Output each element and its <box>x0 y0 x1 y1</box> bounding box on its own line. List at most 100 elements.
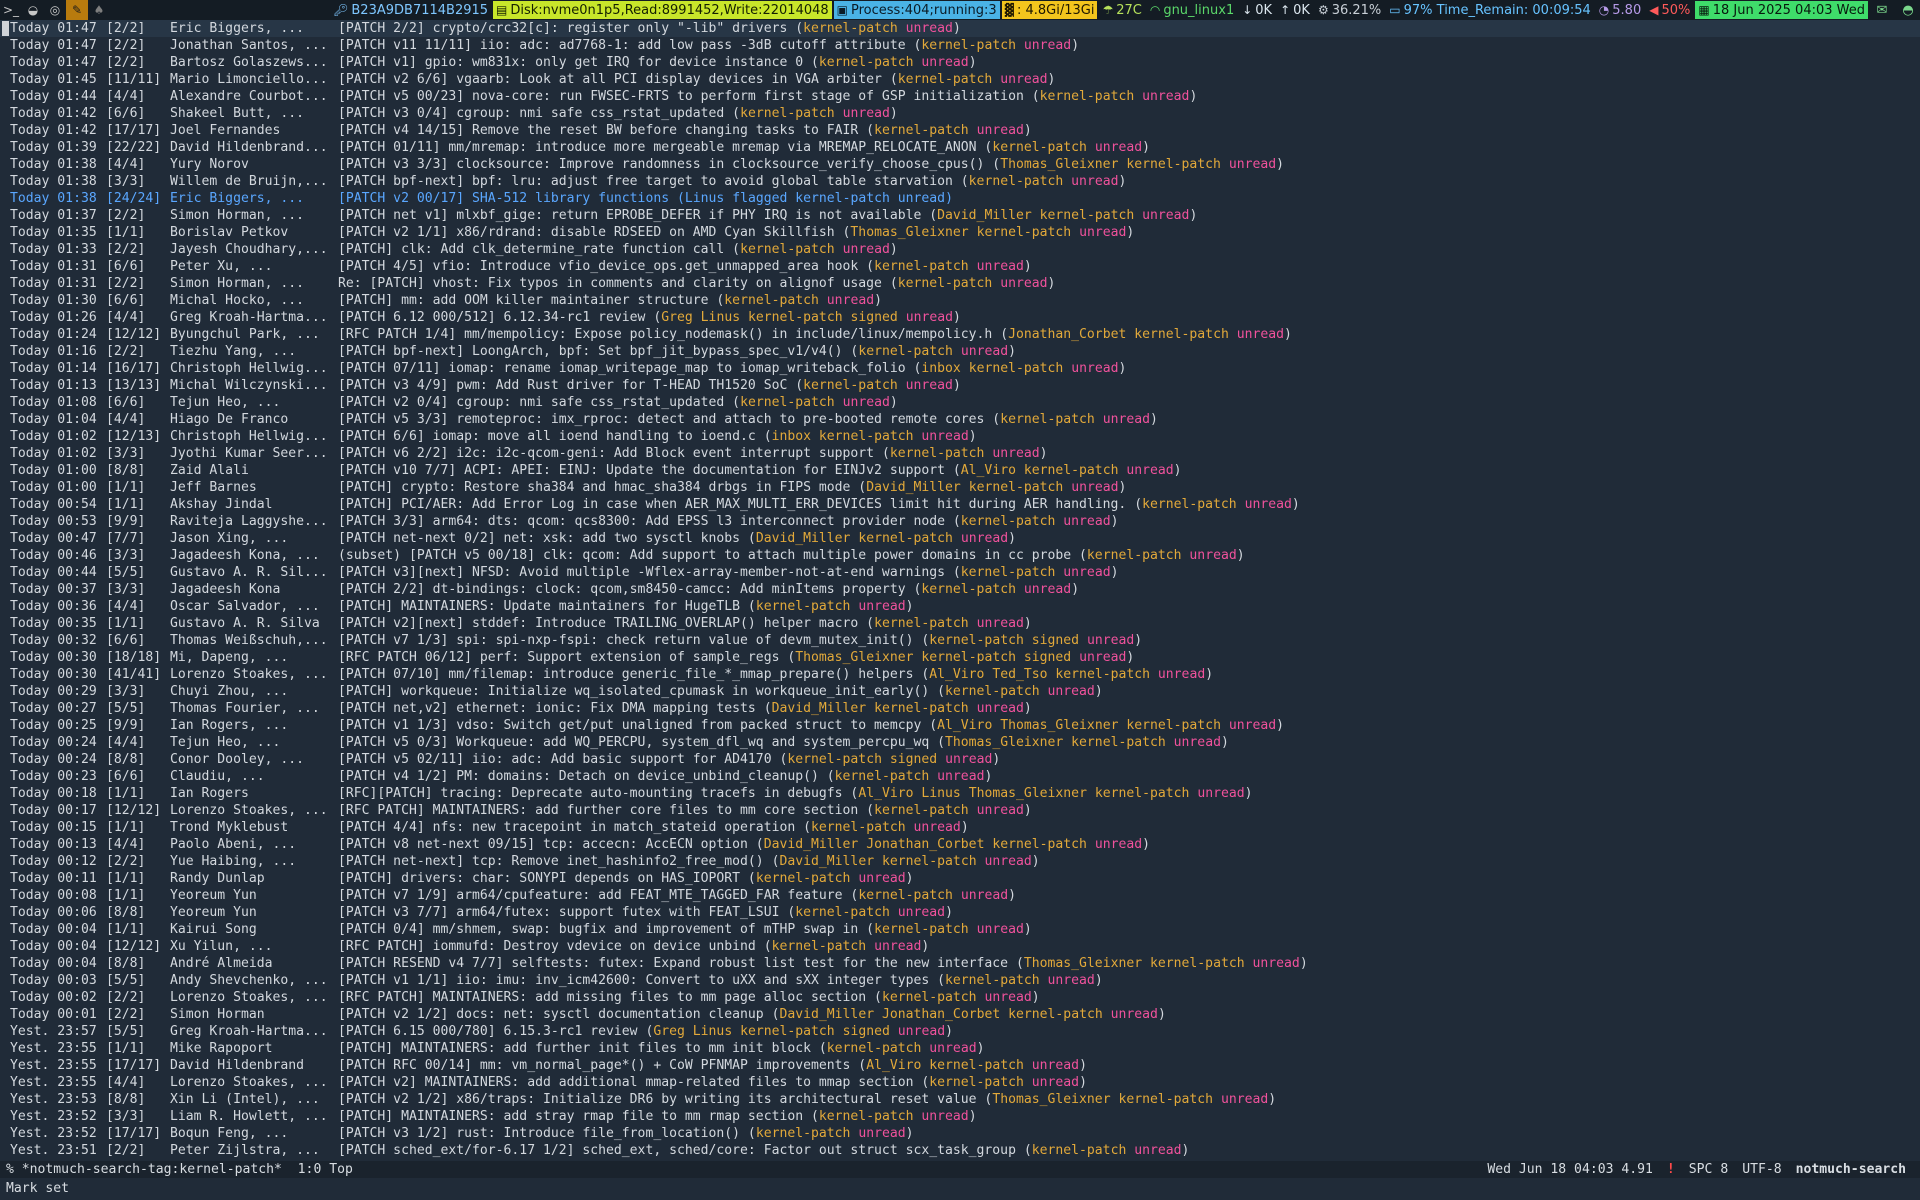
thread-row[interactable]: Today 01:38 [4/4] Yury Norov [PATCH v3 3/3]… <box>0 156 1920 173</box>
thread-count: [1/1] <box>106 1041 146 1056</box>
thread-row[interactable]: Today 00:15 [1/1] Trond Myklebust [PATCH 4/… <box>0 819 1920 836</box>
tags-close-paren: ) <box>1291 497 1300 512</box>
tags-close-paren: ) <box>1110 565 1119 580</box>
thread-row[interactable]: Today 01:24 [12/12] Byungchul Park, ... [RF… <box>0 326 1920 343</box>
thread-list[interactable]: Today 01:47 [2/2] Eric Biggers, ... [PATCH … <box>0 20 1920 1159</box>
thread-row[interactable]: Today 01:00 [1/1] Jeff Barnes [PATCH] crypt… <box>0 479 1920 496</box>
thread-row[interactable]: Today 00:17 [12/12] Lorenzo Stoakes, ... [R… <box>0 802 1920 819</box>
thread-row[interactable]: Today 01:00 [8/8] Zaid Alali [PATCH v10 7/7… <box>0 462 1920 479</box>
thread-row[interactable]: Today 00:01 [2/2] Simon Horman [PATCH v2 1/… <box>0 1006 1920 1023</box>
thread-row[interactable]: Today 01:38 [3/3] Willem de Bruijn,... [PAT… <box>0 173 1920 190</box>
thread-row[interactable]: Today 01:30 [6/6] Michal Hocko, ... [PATCH]… <box>0 292 1920 309</box>
thread-row[interactable]: Yest. 23:53 [8/8] Xin Li (Intel), ... [PATC… <box>0 1091 1920 1108</box>
thread-row[interactable]: Today 00:13 [4/4] Paolo Abeni, ... [PATCH v… <box>0 836 1920 853</box>
thread-row[interactable]: Today 01:16 [2/2] Tiezhu Yang, ... [PATCH b… <box>0 343 1920 360</box>
thread-row[interactable]: Today 01:37 [2/2] Simon Horman, ... [PATCH … <box>0 207 1920 224</box>
thread-row[interactable]: Today 00:27 [5/5] Thomas Fourier, ... [PATC… <box>0 700 1920 717</box>
workspace-5[interactable]: ♠ <box>88 0 110 20</box>
tag-separator <box>1229 327 1237 342</box>
tags-open-paren: ( <box>803 55 819 70</box>
tag-separator <box>969 803 977 818</box>
thread-row[interactable]: Today 01:47 [2/2] Jonathan Santos, ... [PAT… <box>0 37 1920 54</box>
thread-row[interactable]: Yest. 23:55 [1/1] Mike Rapoport [PATCH] MAI… <box>0 1040 1920 1057</box>
thread-row[interactable]: Today 01:42 [6/6] Shakeel Butt, ... [PATCH … <box>0 105 1920 122</box>
thread-row[interactable]: Today 01:38 [24/24] Eric Biggers, ... [PATC… <box>0 190 1920 207</box>
tags-close-paren: ) <box>905 599 914 614</box>
thread-row[interactable]: Today 00:35 [1/1] Gustavo A. R. Silva [PATC… <box>0 615 1920 632</box>
thread-row[interactable]: Yest. 23:52 [17/17] Boqun Feng, ... [PATCH … <box>0 1125 1920 1142</box>
thread-row[interactable]: Today 00:30 [41/41] Lorenzo Stoakes, ... [P… <box>0 666 1920 683</box>
thread-row[interactable]: Today 01:39 [22/22] David Hildenbrand... [P… <box>0 139 1920 156</box>
thread-row[interactable]: Today 00:08 [1/1] Yeoreum Yun [PATCH v7 1/9… <box>0 887 1920 904</box>
thread-date: Today 01:38 <box>10 191 97 206</box>
thread-row[interactable]: Today 01:13 [13/13] Michal Wilczynski... [P… <box>0 377 1920 394</box>
tags-open-paren: ( <box>669 191 685 206</box>
thread-row[interactable]: Yest. 23:51 [2/2] Peter Zijlstra, ... [PATC… <box>0 1142 1920 1159</box>
mail-tray[interactable]: ✉ <box>1870 1 1894 19</box>
thread-row[interactable]: Today 00:11 [1/1] Randy Dunlap [PATCH] driv… <box>0 870 1920 887</box>
thread-row[interactable]: Today 00:18 [1/1] Ian Rogers [RFC][PATCH] t… <box>0 785 1920 802</box>
thread-row[interactable]: Today 00:06 [8/8] Yeoreum Yun [PATCH v3 7/7… <box>0 904 1920 921</box>
thread-row[interactable]: Today 00:04 [8/8] André Almeida [PATCH RESE… <box>0 955 1920 972</box>
thread-row[interactable]: Today 00:24 [4/4] Tejun Heo, ... [PATCH v5 … <box>0 734 1920 751</box>
thread-count: [1/1] <box>106 820 146 835</box>
volume-segment[interactable]: ◀ 50% <box>1646 1 1693 19</box>
thread-row[interactable]: Today 01:33 [2/2] Jayesh Choudhary,... [PAT… <box>0 241 1920 258</box>
thread-author: Michal Hocko, ... <box>170 293 305 308</box>
thread-date: Today 01:44 <box>10 89 97 104</box>
thread-row[interactable]: Yest. 23:55 [17/17] David Hildenbrand [PATC… <box>0 1057 1920 1074</box>
thread-row[interactable]: Today 00:24 [8/8] Conor Dooley, ... [PATCH … <box>0 751 1920 768</box>
workspace-4[interactable]: ✎ <box>66 0 88 20</box>
thread-row[interactable]: Today 01:04 [4/4] Hiago De Franco [PATCH v5… <box>0 411 1920 428</box>
workspace-2[interactable]: ◒ <box>22 0 44 20</box>
thread-row[interactable]: Today 01:26 [4/4] Greg Kroah-Hartma... [PAT… <box>0 309 1920 326</box>
thread-row[interactable]: Today 00:54 [1/1] Akshay Jindal [PATCH] PCI… <box>0 496 1920 513</box>
thread-subject: [PATCH v5 02/11] iio: adc: Add basic sup… <box>338 752 772 767</box>
thread-row[interactable]: Yest. 23:57 [5/5] Greg Kroah-Hartma... [PAT… <box>0 1023 1920 1040</box>
thread-row[interactable]: Today 01:02 [3/3] Jyothi Kumar Seer... [PAT… <box>0 445 1920 462</box>
thread-row[interactable]: Yest. 23:52 [3/3] Liam R. Howlett, ... [PAT… <box>0 1108 1920 1125</box>
thread-row[interactable]: Today 00:53 [9/9] Raviteja Laggyshe... [PAT… <box>0 513 1920 530</box>
thread-row[interactable]: Today 00:30 [18/18] Mi, Dapeng, ... [RFC PA… <box>0 649 1920 666</box>
thread-row[interactable]: Today 01:31 [6/6] Peter Xu, ... [PATCH 4/5]… <box>0 258 1920 275</box>
thread-row[interactable]: Today 01:47 [2/2] Eric Biggers, ... [PATCH … <box>0 20 1920 37</box>
process-segment: ▣ Process:404;running:3 <box>833 1 1000 19</box>
thread-author: Gustavo A. R. Sil... <box>170 565 328 580</box>
battery-text: 97% Time_Remain: 00:09:54 <box>1403 2 1591 18</box>
thread-row[interactable]: Today 01:08 [6/6] Tejun Heo, ... [PATCH v2 … <box>0 394 1920 411</box>
tags-close-paren: ) <box>1118 361 1127 376</box>
thread-row[interactable]: Today 00:02 [2/2] Lorenzo Stoakes, ... [RFC… <box>0 989 1920 1006</box>
thread-row[interactable]: Yest. 23:55 [4/4] Lorenzo Stoakes, ... [PAT… <box>0 1074 1920 1091</box>
thread-row[interactable]: Today 00:25 [9/9] Ian Rogers, ... [PATCH v1… <box>0 717 1920 734</box>
thread-row[interactable]: Today 01:31 [2/2] Simon Horman, ... Re: [PA… <box>0 275 1920 292</box>
disk-text: Disk:nvme0n1p5,Read:8991452,Write:220140… <box>510 2 829 18</box>
thread-row[interactable]: Today 00:32 [6/6] Thomas Weißschuh,... [PAT… <box>0 632 1920 649</box>
thread-row[interactable]: Today 01:14 [16/17] Christoph Hellwig... [P… <box>0 360 1920 377</box>
thread-author: Ian Rogers, ... <box>170 718 289 733</box>
thread-row[interactable]: Today 00:29 [3/3] Chuyi Zhou, ... [PATCH] w… <box>0 683 1920 700</box>
thread-row[interactable]: Today 01:47 [2/2] Bartosz Golaszews... [PAT… <box>0 54 1920 71</box>
thread-row[interactable]: Today 00:44 [5/5] Gustavo A. R. Sil... [PAT… <box>0 564 1920 581</box>
thread-row[interactable]: Today 00:04 [1/1] Kairui Song [PATCH 0/4] m… <box>0 921 1920 938</box>
thread-row[interactable]: Today 01:02 [12/13] Christoph Hellwig... [P… <box>0 428 1920 445</box>
thread-row[interactable]: Today 00:36 [4/4] Oscar Salvador, ... [PATC… <box>0 598 1920 615</box>
thread-row[interactable]: Today 00:04 [12/12] Xu Yilun, ... [RFC PATC… <box>0 938 1920 955</box>
thread-row[interactable]: Today 00:12 [2/2] Yue Haibing, ... [PATCH n… <box>0 853 1920 870</box>
date-segment[interactable]: ▦ 18 Jun 2025 04:03 Wed <box>1695 1 1868 19</box>
thread-row[interactable]: Today 01:45 [11/11] Mario Limonciello... [P… <box>0 71 1920 88</box>
thread-row[interactable]: Today 01:44 [4/4] Alexandre Courbot... [PAT… <box>0 88 1920 105</box>
tags-close-paren: ) <box>1023 616 1032 631</box>
tray-app[interactable]: ◓ <box>1896 1 1920 19</box>
thread-row[interactable]: Today 00:23 [6/6] Claudiu, ... [PATCH v4 1/… <box>0 768 1920 785</box>
thread-row[interactable]: Today 01:42 [17/17] Joel Fernandes [PATCH v… <box>0 122 1920 139</box>
thread-row[interactable]: Today 00:47 [7/7] Jason Xing, ... [PATCH ne… <box>0 530 1920 547</box>
workspace-3[interactable]: ◎ <box>44 0 66 20</box>
thread-row[interactable]: Today 00:37 [3/3] Jagadeesh Kona [PATCH 2/2… <box>0 581 1920 598</box>
thread-count: [4/4] <box>106 837 146 852</box>
thread-count: [3/3] <box>106 174 146 189</box>
thread-tag: Jonathan_Corbet <box>881 1007 1001 1022</box>
thread-row[interactable]: Today 01:35 [1/1] Borislav Petkov [PATCH v2… <box>0 224 1920 241</box>
thread-row[interactable]: Today 00:03 [5/5] Andy Shevchenko, ... [PAT… <box>0 972 1920 989</box>
workspace-1[interactable]: >_ <box>0 0 22 20</box>
thread-row[interactable]: Today 00:46 [3/3] Jagadeesh Kona, ... (subs… <box>0 547 1920 564</box>
